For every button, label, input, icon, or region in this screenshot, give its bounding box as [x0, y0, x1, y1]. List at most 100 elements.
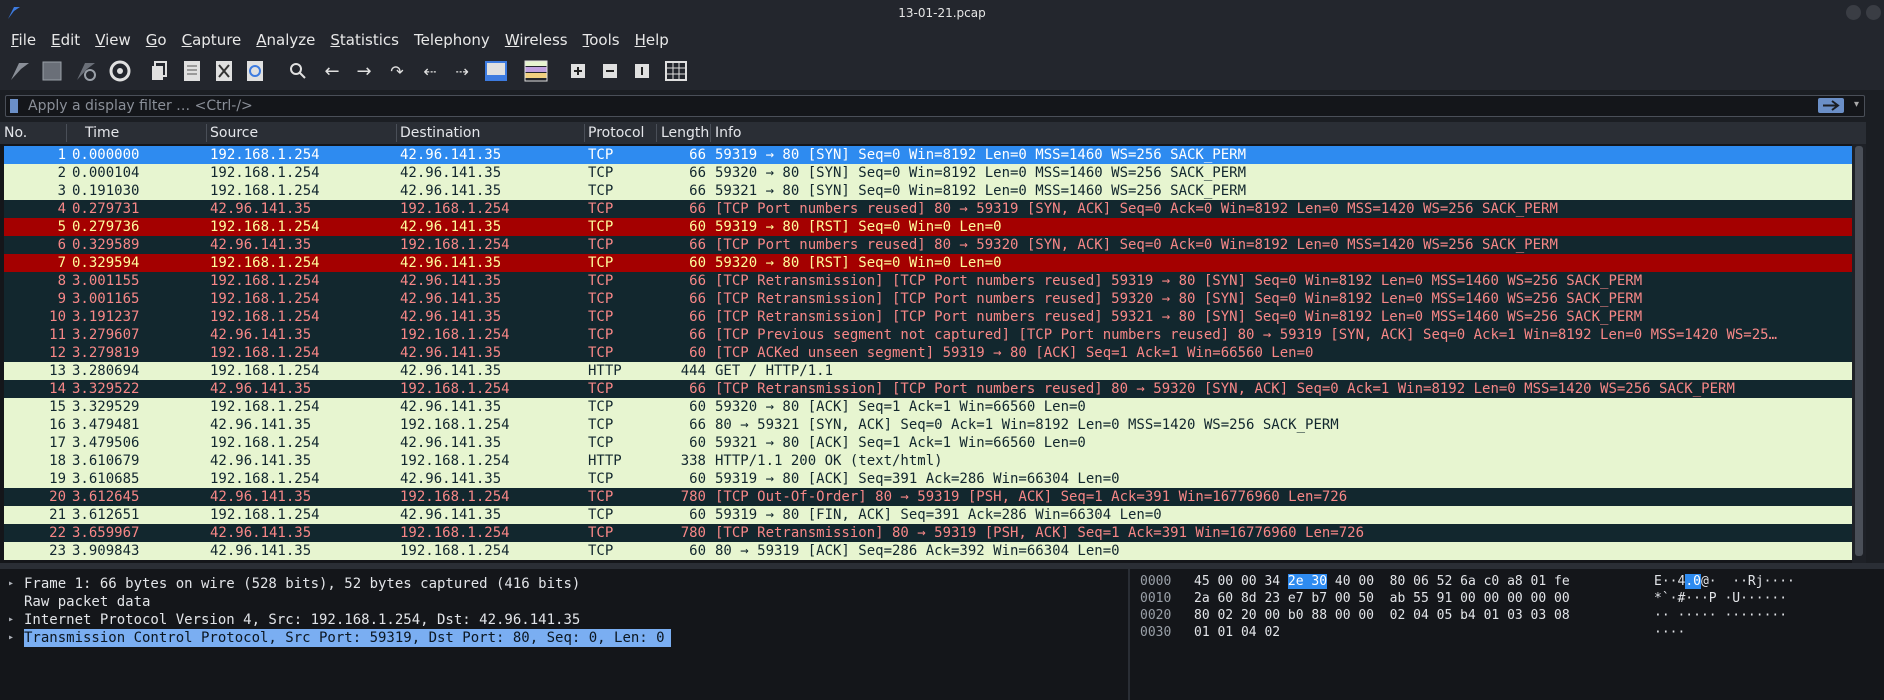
packet-len-cell: 66 — [689, 183, 706, 199]
packet-row[interactable]: 2 0.000104 192.168.1.254 42.96.141.35 TCP 66 5… — [4, 164, 1862, 182]
resize-columns-button[interactable] — [664, 59, 688, 83]
save-file-icon — [184, 61, 200, 81]
menu-item-telephony[interactable]: Telephony — [414, 31, 490, 49]
close-file-button[interactable] — [212, 59, 236, 83]
menu-item-go[interactable]: Go — [146, 31, 167, 49]
packet-row[interactable]: 11 3.279607 42.96.141.35 192.168.1.254 TCP 66… — [4, 326, 1862, 344]
hex-dump[interactable]: 2a 60 8d 23 e7 b7 00 50 ab 55 91 00 00 0… — [1194, 590, 1570, 607]
packet-row[interactable]: 16 3.479481 42.96.141.35 192.168.1.254 TCP 66… — [4, 416, 1862, 434]
packet-row[interactable]: 19 3.610685 192.168.1.254 42.96.141.35 TCP 60… — [4, 470, 1862, 488]
packet-proto-cell: TCP — [588, 273, 614, 289]
zoom-in-button[interactable] — [566, 59, 590, 83]
menu-item-edit[interactable]: Edit — [51, 31, 80, 49]
packet-row[interactable]: 14 3.329522 42.96.141.35 192.168.1.254 TCP 66… — [4, 380, 1862, 398]
packet-row[interactable]: 20 3.612645 42.96.141.35 192.168.1.254 TCP 78… — [4, 488, 1862, 506]
capture-options-button[interactable] — [108, 59, 132, 83]
packet-row[interactable]: 21 3.612651 192.168.1.254 42.96.141.35 TCP 60… — [4, 506, 1862, 524]
first-packet-icon: ⇠ — [423, 61, 437, 81]
menu-item-wireless[interactable]: Wireless — [505, 31, 568, 49]
menu-item-help[interactable]: Help — [635, 31, 669, 49]
packet-len-cell: 66 — [689, 273, 706, 289]
minimize-button[interactable] — [1846, 5, 1861, 20]
filter-bookmark-icon[interactable] — [10, 99, 18, 113]
window-title: 13-01-21.pcap — [898, 6, 986, 20]
zoom-out-button[interactable] — [598, 59, 622, 83]
open-file-button[interactable] — [148, 59, 172, 83]
menu-item-view[interactable]: View — [95, 31, 131, 49]
packet-row[interactable]: 23 3.909843 42.96.141.35 192.168.1.254 TCP 60… — [4, 542, 1862, 560]
packet-row[interactable]: 10 3.191237 192.168.1.254 42.96.141.35 TCP 66… — [4, 308, 1862, 326]
reload-file-icon — [247, 61, 263, 81]
save-file-button[interactable] — [180, 59, 204, 83]
ascii-bytes: ···· — [1654, 625, 1686, 640]
colorize-button[interactable] — [524, 59, 548, 83]
packet-row[interactable]: 17 3.479506 192.168.1.254 42.96.141.35 TCP 60… — [4, 434, 1862, 452]
packet-row[interactable]: 4 0.279731 42.96.141.35 192.168.1.254 TCP 66 [… — [4, 200, 1862, 218]
column-header-no[interactable]: No. — [4, 125, 27, 141]
hex-dump[interactable]: 01 01 04 02 — [1194, 624, 1280, 641]
packet-time-cell: 0.279731 — [72, 201, 140, 217]
normal-size-button[interactable] — [630, 59, 654, 83]
ascii-dump[interactable]: ·· ····· ········ — [1654, 607, 1787, 624]
bytes-row: 0020 80 02 20 00 b0 88 00 00 02 04 05 b4 … — [1130, 607, 1880, 624]
column-header-length[interactable]: Length — [661, 125, 709, 141]
packet-row[interactable]: 12 3.279819 192.168.1.254 42.96.141.35 TCP 60… — [4, 344, 1862, 362]
byte-offset: 0020 — [1140, 608, 1172, 623]
expand-arrow-icon[interactable]: ▸ — [8, 611, 14, 629]
go-forward-button[interactable]: → — [352, 59, 376, 83]
packet-row[interactable]: 18 3.610679 42.96.141.35 192.168.1.254 HTTP 3… — [4, 452, 1862, 470]
packet-row[interactable]: 7 0.329594 192.168.1.254 42.96.141.35 TCP 60 5… — [4, 254, 1862, 272]
ascii-dump[interactable]: E··4.0@· ··Rj···· — [1654, 573, 1795, 590]
menu-item-analyze[interactable]: Analyze — [256, 31, 315, 49]
packet-row[interactable]: 22 3.659967 42.96.141.35 192.168.1.254 TCP 78… — [4, 524, 1862, 542]
ascii-dump[interactable]: *`·#···P ·U······ — [1654, 590, 1787, 607]
go-back-button[interactable]: ← — [320, 59, 344, 83]
hex-dump[interactable]: 80 02 20 00 b0 88 00 00 02 04 05 b4 01 0… — [1194, 607, 1570, 624]
display-filter-input[interactable] — [28, 96, 1808, 116]
column-header-protocol[interactable]: Protocol — [588, 125, 644, 141]
menu-item-capture[interactable]: Capture — [182, 31, 242, 49]
menu-item-tools[interactable]: Tools — [583, 31, 620, 49]
autoscroll-button[interactable] — [484, 59, 508, 83]
packet-time-cell: 3.479506 — [72, 435, 140, 451]
first-packet-button[interactable]: ⇠ — [418, 59, 442, 83]
ascii-dump[interactable]: ···· — [1654, 624, 1685, 641]
filter-history-dropdown-icon[interactable]: ▾ — [1854, 99, 1859, 110]
menu-item-file[interactable]: File — [11, 31, 36, 49]
expand-arrow-icon[interactable]: ▸ — [8, 575, 14, 593]
reload-file-button[interactable] — [244, 59, 268, 83]
expand-arrow-icon[interactable]: ▸ — [8, 629, 14, 647]
packet-row[interactable]: 6 0.329589 42.96.141.35 192.168.1.254 TCP 66 [… — [4, 236, 1862, 254]
start-capture-button[interactable] — [8, 59, 32, 83]
packet-row[interactable]: 3 0.191030 192.168.1.254 42.96.141.35 TCP 66 5… — [4, 182, 1862, 200]
packet-row[interactable]: 5 0.279736 192.168.1.254 42.96.141.35 TCP 60 5… — [4, 218, 1862, 236]
column-header-destination[interactable]: Destination — [400, 125, 480, 141]
packet-row[interactable]: 8 3.001155 192.168.1.254 42.96.141.35 TCP 66 [… — [4, 272, 1862, 290]
packet-proto-cell: TCP — [588, 543, 614, 559]
packet-proto-cell: TCP — [588, 399, 614, 415]
packet-row[interactable]: 9 3.001165 192.168.1.254 42.96.141.35 TCP 66 [… — [4, 290, 1862, 308]
packet-row[interactable]: 13 3.280694 192.168.1.254 42.96.141.35 HTTP 4… — [4, 362, 1862, 380]
column-header-source[interactable]: Source — [210, 125, 258, 141]
column-header-time[interactable]: Time — [85, 125, 119, 141]
stop-capture-button[interactable] — [40, 59, 64, 83]
detail-tree-item[interactable]: ▸ Frame 1: 66 bytes on wire (528 bits), 5… — [0, 575, 1124, 593]
column-header-info[interactable]: Info — [715, 125, 742, 141]
detail-tree-item[interactable]: ▸ Internet Protocol Version 4, Src: 192.1… — [0, 611, 1124, 629]
hex-dump[interactable]: 45 00 00 34 2e 30 40 00 80 06 52 6a c0 a… — [1194, 573, 1570, 590]
detail-tree-item[interactable]: Raw packet data — [0, 593, 1124, 611]
find-packet-button[interactable] — [286, 59, 310, 83]
packet-list-scrollbar[interactable] — [1852, 144, 1866, 563]
packet-dst-cell: 192.168.1.254 — [400, 381, 510, 397]
menu-item-statistics[interactable]: Statistics — [330, 31, 399, 49]
apply-filter-button[interactable] — [1818, 98, 1844, 113]
go-to-packet-button[interactable]: ↷ — [385, 59, 409, 83]
last-packet-button[interactable]: ⇢ — [450, 59, 474, 83]
packet-row[interactable]: 1 0.000000 192.168.1.254 42.96.141.35 TCP 66 5… — [4, 146, 1862, 164]
close-window-button[interactable] — [1866, 5, 1881, 20]
packet-row[interactable]: 15 3.329529 192.168.1.254 42.96.141.35 TCP 60… — [4, 398, 1862, 416]
scrollbar-thumb[interactable] — [1855, 146, 1863, 556]
detail-tree-item[interactable]: ▸ Transmission Control Protocol, Src Port… — [0, 629, 1124, 647]
packet-time-cell: 3.279819 — [72, 345, 140, 361]
restart-capture-button[interactable] — [74, 59, 98, 83]
